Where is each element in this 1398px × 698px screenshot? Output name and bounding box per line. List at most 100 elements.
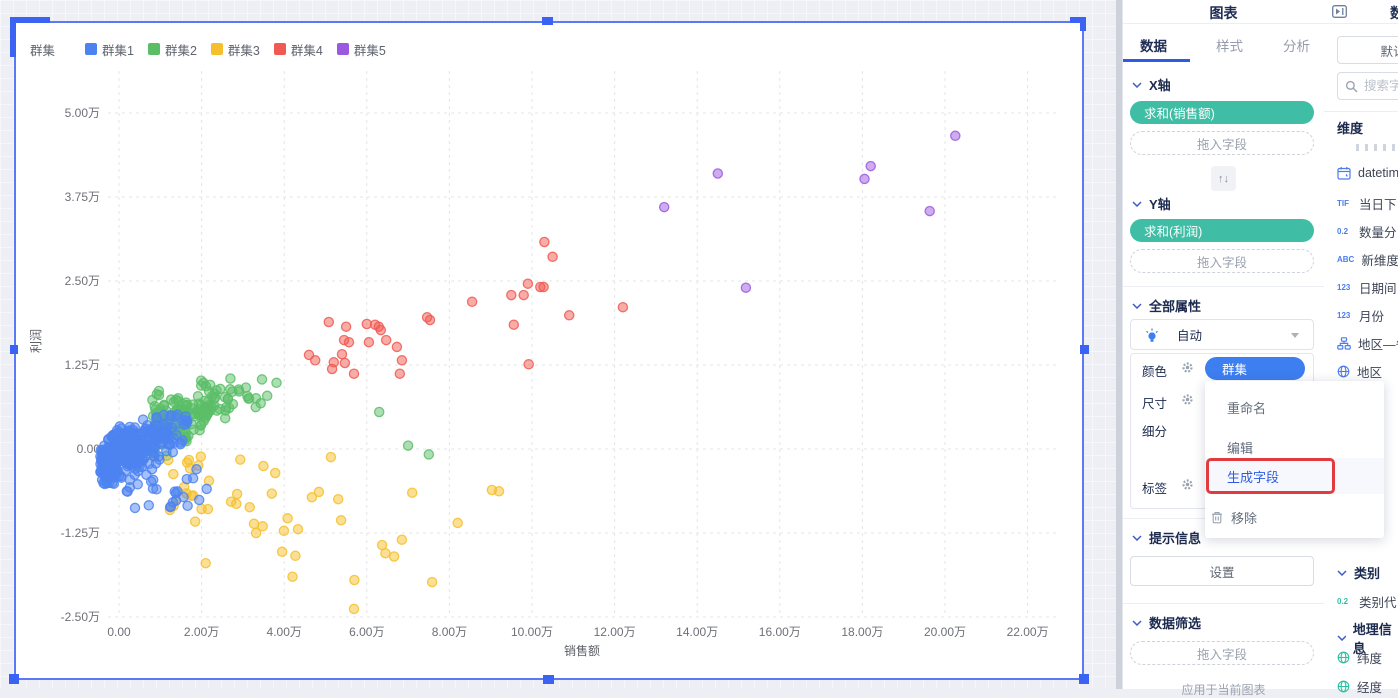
globe-icon (1337, 651, 1350, 664)
number-type-icon: 123 (1337, 283, 1352, 292)
y-axis-field-pill[interactable]: 求和(利润) (1130, 219, 1314, 242)
legend-label: 群集4 (291, 40, 323, 59)
scatter-plot[interactable]: 5.00万3.75万2.50万1.25万0.00-1.25万-2.50万0.00… (16, 23, 1082, 678)
field-item-month[interactable]: 123 月份 (1337, 306, 1384, 325)
size-settings-gear-icon[interactable] (1181, 393, 1194, 406)
legend-swatch-green-icon (148, 43, 160, 55)
chevron-down-icon (1337, 570, 1347, 576)
label-settings-gear-icon[interactable] (1181, 478, 1194, 491)
number-type-icon: 123 (1337, 311, 1352, 320)
selection-corner-top-right[interactable] (1080, 17, 1086, 31)
label-attr-label: 标签 (1142, 478, 1167, 497)
section-y-axis[interactable]: Y轴 (1132, 194, 1171, 213)
svg-text:0.00: 0.00 (107, 625, 131, 639)
chart-widget[interactable]: 群集 群集1 群集2 群集3 群集4 群集5 5.00万3.75万2.5 (14, 21, 1084, 680)
svg-text:销售额: 销售额 (564, 643, 600, 658)
svg-text:18.00万: 18.00万 (841, 625, 883, 639)
true-false-type-icon: TIF (1337, 199, 1352, 208)
decimal-type-icon: 0.2 (1337, 597, 1352, 606)
field-item-datetime[interactable]: datetime (1337, 166, 1398, 180)
template-default-button[interactable]: 默认 (1337, 36, 1398, 64)
svg-text:10.00万: 10.00万 (511, 625, 553, 639)
svg-text:12.00万: 12.00万 (594, 625, 636, 639)
legend-item-cluster5[interactable]: 群集5 (337, 40, 386, 59)
legend-swatch-red-icon (274, 43, 286, 55)
svg-text:-1.25万: -1.25万 (61, 526, 100, 540)
legend-item-cluster3[interactable]: 群集3 (211, 40, 260, 59)
field-item-category-code[interactable]: 0.2 类别代 (1337, 592, 1397, 611)
field-item-quantity-dist[interactable]: 0.2 数量分 (1337, 222, 1397, 241)
menu-item-remove[interactable]: 移除 (1205, 498, 1384, 536)
collapse-panel-icon[interactable] (1332, 5, 1347, 18)
svg-text:2.00万: 2.00万 (184, 625, 219, 639)
globe-icon (1337, 365, 1350, 378)
section-tooltip-info[interactable]: 提示信息 (1132, 528, 1201, 547)
legend-item-cluster1[interactable]: 群集1 (85, 40, 134, 59)
chevron-down-icon (1337, 635, 1346, 641)
search-field-box[interactable] (1337, 72, 1398, 100)
color-field-pill-cluster[interactable]: 群集 (1205, 357, 1305, 380)
swap-arrows-icon: ↑↓ (1218, 173, 1229, 185)
svg-text:3.75万: 3.75万 (65, 190, 100, 204)
chevron-down-icon (1132, 82, 1142, 88)
color-attr-label: 颜色 (1142, 361, 1167, 380)
selection-handle-bottom[interactable] (543, 675, 554, 684)
svg-text:4.00万: 4.00万 (267, 625, 302, 639)
selection-corner-top-left[interactable] (10, 17, 50, 23)
selection-corner-bottom-right[interactable] (1079, 674, 1089, 684)
legend-swatch-yellow-icon (211, 43, 223, 55)
search-input[interactable] (1362, 78, 1398, 94)
selection-handle-top[interactable] (542, 17, 553, 25)
tab-style[interactable]: 样式 (1216, 35, 1243, 55)
field-item-longitude[interactable]: 经度 (1337, 677, 1382, 696)
menu-item-generate-field[interactable]: 生成字段 (1205, 458, 1384, 494)
x-axis-field-pill[interactable]: 求和(销售额) (1130, 101, 1314, 124)
filter-drop-zone[interactable]: 拖入字段 (1130, 641, 1314, 665)
section-x-axis[interactable]: X轴 (1132, 75, 1171, 94)
field-item-region-province[interactable]: 地区—省 (1337, 334, 1398, 353)
svg-text:8.00万: 8.00万 (432, 625, 467, 639)
section-data-filter[interactable]: 数据筛选 (1132, 613, 1201, 632)
field-item-date-interval[interactable]: 123 日期间 (1337, 278, 1397, 297)
attribute-mode-dropdown[interactable]: 自动 (1130, 319, 1314, 350)
attribute-mode-value: 自动 (1177, 325, 1202, 344)
selection-corner-bottom-left[interactable] (9, 674, 19, 684)
legend-item-cluster2[interactable]: 群集2 (148, 40, 197, 59)
svg-text:2.50万: 2.50万 (65, 274, 100, 288)
size-attr-label: 尺寸 (1142, 393, 1167, 412)
x-axis-drop-zone[interactable]: 拖入字段 (1130, 131, 1314, 155)
legend-label: 群集5 (354, 40, 386, 59)
chevron-down-icon (1132, 620, 1142, 626)
field-item-new-dimension[interactable]: ABC 新维度 (1337, 250, 1398, 269)
text-type-icon: ABC (1337, 255, 1354, 264)
menu-item-rename[interactable]: 重命名 (1205, 388, 1384, 426)
search-icon (1345, 80, 1358, 93)
selection-corner-top-left[interactable] (10, 17, 16, 57)
y-axis-drop-zone[interactable]: 拖入字段 (1130, 249, 1314, 273)
swap-axes-button[interactable]: ↑↓ (1211, 166, 1236, 191)
svg-text:20.00万: 20.00万 (924, 625, 966, 639)
svg-text:22.00万: 22.00万 (1007, 625, 1049, 639)
field-item-region[interactable]: 地区 (1337, 362, 1382, 381)
field-item-latitude[interactable]: 纬度 (1337, 648, 1382, 667)
tab-analysis[interactable]: 分析 (1283, 35, 1310, 55)
calendar-icon (1337, 166, 1351, 180)
field-item-same-day[interactable]: TIF 当日下 (1337, 194, 1397, 213)
legend-swatch-purple-icon (337, 43, 349, 55)
selection-handle-right[interactable] (1080, 345, 1089, 354)
hierarchy-tree-icon (1337, 337, 1351, 350)
svg-text:-2.50万: -2.50万 (61, 610, 100, 624)
selection-handle-left[interactable] (10, 345, 18, 354)
section-all-attributes[interactable]: 全部属性 (1132, 296, 1201, 315)
clipped-scrolled-field (1356, 144, 1398, 151)
legend-label: 群集1 (102, 40, 134, 59)
color-settings-gear-icon[interactable] (1181, 361, 1194, 374)
legend-title: 群集 (30, 40, 55, 59)
legend-swatch-blue-icon (85, 43, 97, 55)
legend-item-cluster4[interactable]: 群集4 (274, 40, 323, 59)
tab-data[interactable]: 数据 (1140, 35, 1167, 55)
fields-panel-title: 数据 (1390, 3, 1398, 23)
chevron-down-icon (1132, 303, 1142, 309)
tooltip-settings-button[interactable]: 设置 (1130, 556, 1314, 586)
section-category[interactable]: 类别 (1337, 563, 1380, 582)
